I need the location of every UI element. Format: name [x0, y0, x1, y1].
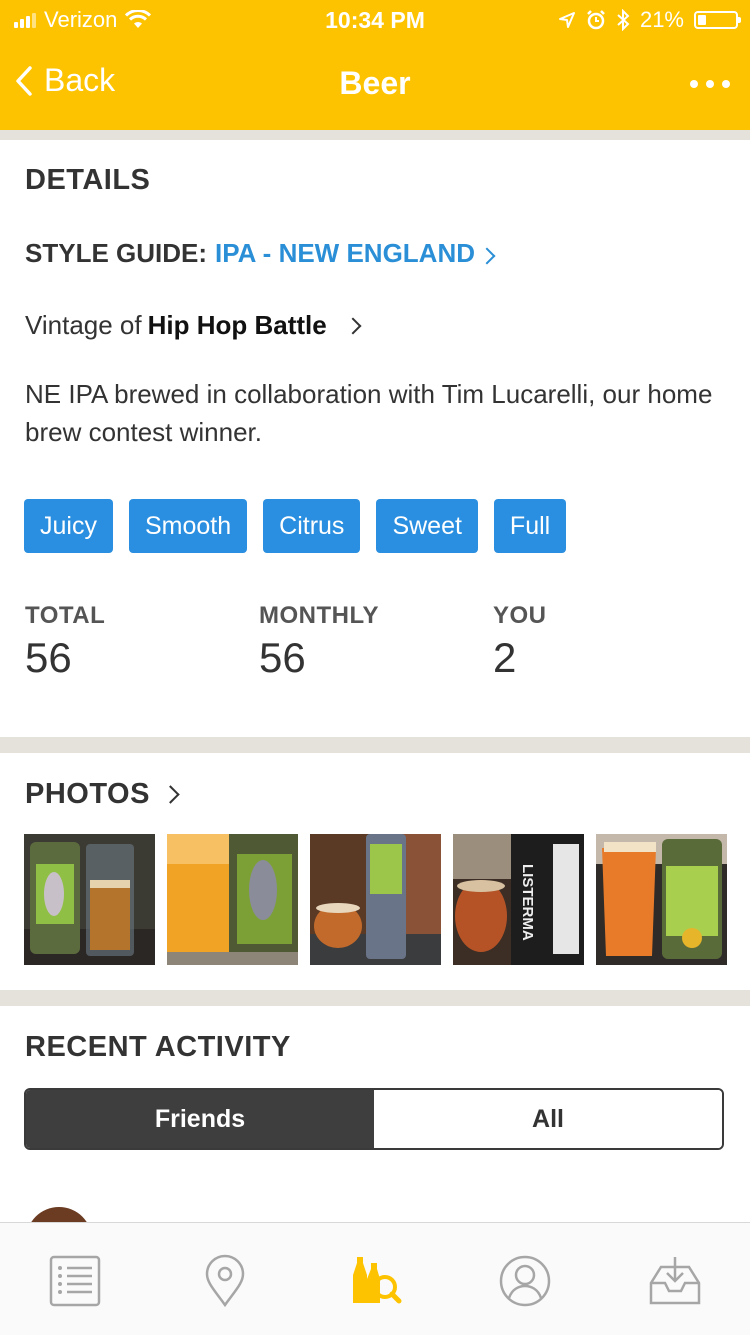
stat-value: 56 — [25, 634, 72, 681]
style-guide-link[interactable]: IPA - NEW ENGLAND — [215, 238, 496, 269]
vintage-prefix: Vintage of — [25, 310, 142, 340]
stat-total: TOTAL 56 — [25, 602, 259, 682]
tag-full[interactable]: Full — [493, 499, 567, 553]
stat-value: 2 — [493, 634, 517, 681]
divider — [0, 130, 750, 140]
photo-thumbnail[interactable] — [310, 834, 441, 965]
map-pin-icon[interactable] — [197, 1253, 253, 1309]
checkin-stats: TOTAL 56 MONTHLY 56 YOU 2 — [25, 602, 727, 682]
stat-label: YOU — [493, 602, 547, 629]
chevron-right-icon — [344, 317, 362, 334]
status-bar: Verizon 10:34 PM 21% — [0, 0, 750, 40]
stat-value: 56 — [259, 634, 306, 681]
style-guide-row: STYLE GUIDE: IPA - NEW ENGLAND — [25, 238, 496, 269]
inbox-download-icon[interactable] — [647, 1253, 703, 1309]
profile-icon[interactable] — [497, 1253, 553, 1309]
activity-filter-segmented-control: Friends All — [24, 1088, 724, 1150]
beer-description: NE IPA brewed in collaboration with Tim … — [25, 379, 713, 447]
more-options-icon[interactable] — [690, 80, 730, 88]
stat-you: YOU 2 — [493, 602, 727, 682]
bluetooth-icon — [617, 9, 630, 31]
tab-all[interactable]: All — [374, 1090, 722, 1148]
recent-activity-heading: RECENT ACTIVITY — [25, 1031, 291, 1063]
details-heading: DETAILS — [25, 164, 151, 196]
photo-thumbnail[interactable] — [24, 834, 155, 965]
divider — [0, 990, 750, 1006]
beer-search-icon[interactable] — [347, 1253, 403, 1309]
photo-thumbnail[interactable] — [167, 834, 298, 965]
photo-thumbnail[interactable]: LISTERMA — [453, 834, 584, 965]
tag-juicy[interactable]: Juicy — [24, 499, 113, 553]
tag-smooth[interactable]: Smooth — [128, 499, 248, 553]
list-icon[interactable] — [47, 1253, 103, 1309]
flavor-tags: Juicy Smooth Citrus Sweet Full — [24, 499, 567, 553]
battery-percent: 21% — [639, 7, 684, 32]
divider — [0, 737, 750, 753]
battery-icon — [694, 11, 741, 29]
navigation-bar: Back Beer — [0, 40, 750, 130]
page-title: Beer — [339, 65, 411, 101]
tab-friends[interactable]: Friends — [26, 1090, 374, 1148]
tag-sweet[interactable]: Sweet — [376, 499, 478, 553]
tab-bar — [0, 1222, 750, 1335]
alarm-icon — [587, 10, 605, 30]
stat-label: TOTAL — [25, 602, 106, 629]
photo-thumbnail[interactable] — [596, 834, 727, 965]
photos-heading-link[interactable]: PHOTOS — [25, 778, 180, 811]
vintage-row: Vintage of Hip Hop Battle — [25, 310, 362, 341]
stat-monthly: MONTHLY 56 — [259, 602, 493, 682]
stat-label: MONTHLY — [259, 602, 379, 629]
style-guide-label: STYLE GUIDE: — [25, 238, 208, 268]
chevron-right-icon — [161, 785, 180, 804]
tag-citrus[interactable]: Citrus — [263, 499, 361, 553]
chevron-right-icon — [478, 247, 496, 265]
location-arrow-icon — [558, 12, 575, 28]
photo-strip: LISTERMA — [24, 834, 727, 965]
can-label-text: LISTERMA — [519, 864, 536, 941]
top-bar: Verizon 10:34 PM 21% Back Beer — [0, 0, 750, 130]
vintage-link[interactable]: Hip Hop Battle — [148, 310, 327, 341]
